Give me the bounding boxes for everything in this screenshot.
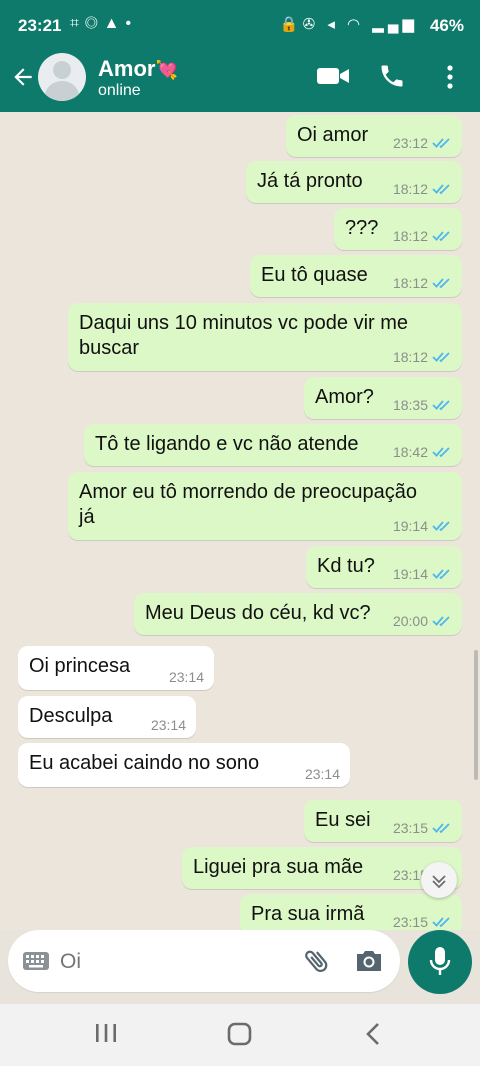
- home-icon[interactable]: [227, 1022, 253, 1051]
- read-ticks-icon: [432, 915, 452, 930]
- chat-area[interactable]: Oi amor 23:12 Já tá pronto 18:12 ??? 18:…: [0, 112, 480, 930]
- camera-icon[interactable]: [354, 948, 384, 979]
- message-text: Liguei pra sua mãe: [193, 856, 364, 878]
- message-time: 23:14: [168, 669, 204, 685]
- message-time: 20:00: [392, 612, 428, 629]
- message-text: Pra sua irmã: [251, 903, 365, 925]
- message-time: 19:14: [392, 517, 428, 534]
- message-bubble[interactable]: Tô te ligando e vc não atende 18:42: [84, 424, 462, 466]
- message-bubble[interactable]: Desculpa 23:14: [18, 696, 196, 738]
- status-bar: 23:21 ⌗◎▲• 🔒✇ ◂ ◠ ▂▄▆ 46%: [0, 0, 480, 52]
- message-bubble[interactable]: Eu sei 23:15: [304, 800, 462, 842]
- message-bubble[interactable]: Kd tu? 19:14: [306, 546, 462, 588]
- attach-paperclip-icon[interactable]: [302, 946, 332, 981]
- status-time: 23:21: [18, 16, 62, 35]
- message-time: 23:15: [392, 819, 428, 836]
- read-ticks-icon: [432, 276, 452, 292]
- voice-record-button[interactable]: [408, 930, 472, 994]
- message-text: Eu tô quase: [261, 264, 368, 286]
- message-time: 18:12: [392, 274, 428, 291]
- message-bubble[interactable]: Pra sua irmã 23:15: [240, 894, 462, 930]
- keyboard-icon[interactable]: [22, 951, 50, 976]
- connectivity-icons: 🔒✇ ◂ ◠ ▂▄▆: [279, 16, 418, 33]
- message-bubble[interactable]: ??? 18:12: [334, 208, 462, 250]
- message-text: Amor?: [315, 386, 374, 408]
- message-time: 18:12: [392, 180, 428, 197]
- message-text: Daqui uns 10 minutos vc pode vir me busc…: [79, 312, 409, 359]
- avatar[interactable]: [38, 53, 86, 101]
- contact-name-area[interactable]: Amor💘: [98, 56, 178, 82]
- message-time: 19:14: [392, 565, 428, 582]
- read-ticks-icon: [432, 136, 452, 152]
- read-ticks-icon: [432, 182, 452, 198]
- message-time: 23:14: [304, 766, 340, 782]
- scroll-to-bottom-button[interactable]: [421, 862, 457, 898]
- voice-call-icon[interactable]: [378, 62, 406, 95]
- message-time: 23:14: [150, 717, 186, 733]
- message-time: 18:12: [392, 348, 428, 365]
- message-text: ???: [345, 217, 379, 239]
- message-text: Oi amor: [297, 124, 369, 146]
- message-bubble[interactable]: Oi amor 23:12: [286, 115, 462, 157]
- message-text: Tô te ligando e vc não atende: [95, 433, 359, 455]
- contact-status: online: [98, 82, 141, 99]
- message-bubble[interactable]: Oi princesa 23:14: [18, 646, 214, 690]
- read-ticks-icon: [432, 821, 452, 837]
- message-text: Desculpa: [29, 705, 113, 727]
- read-ticks-icon: [432, 445, 452, 461]
- read-ticks-icon: [432, 614, 452, 630]
- message-bubble[interactable]: Eu acabei caindo no sono 23:14: [18, 743, 350, 787]
- message-bubble[interactable]: Já tá pronto 18:12: [246, 161, 462, 203]
- recent-apps-icon[interactable]: [94, 1022, 118, 1049]
- message-text: Eu acabei caindo no sono: [29, 752, 260, 774]
- read-ticks-icon: [432, 229, 452, 245]
- back-arrow-icon[interactable]: [10, 64, 36, 96]
- message-bubble[interactable]: Eu tô quase 18:12: [250, 255, 462, 297]
- heart-emoji-icon: 💘: [155, 60, 178, 80]
- battery-level: 46%: [429, 16, 464, 35]
- chat-scrollbar[interactable]: [474, 650, 478, 780]
- message-text: Meu Deus do céu, kd vc?: [145, 602, 371, 624]
- back-icon[interactable]: [364, 1022, 382, 1051]
- message-bubble[interactable]: Daqui uns 10 minutos vc pode vir me busc…: [68, 303, 462, 371]
- message-text: Oi princesa: [29, 655, 131, 677]
- video-call-icon[interactable]: [316, 64, 350, 93]
- message-time: 23:15: [392, 913, 428, 930]
- system-navigation-bar: [0, 1004, 480, 1066]
- read-ticks-icon: [432, 519, 452, 535]
- message-text: Já tá pronto: [257, 170, 363, 192]
- chat-header: Amor💘 online: [0, 52, 480, 112]
- message-time: 18:35: [392, 396, 428, 413]
- message-time: 23:12: [392, 134, 428, 151]
- chevron-down-icon: [430, 872, 448, 895]
- read-ticks-icon: [432, 567, 452, 583]
- notification-icons: ⌗◎▲•: [70, 15, 138, 32]
- message-text: Kd tu?: [317, 555, 375, 577]
- message-bubble[interactable]: Meu Deus do céu, kd vc? 20:00: [134, 593, 462, 635]
- message-bubble[interactable]: Amor eu tô morrendo de preocupação já 19…: [68, 472, 462, 540]
- more-options-icon[interactable]: [444, 64, 456, 95]
- message-composer: [8, 930, 400, 992]
- message-text: Eu sei: [315, 809, 371, 831]
- message-time: 18:42: [392, 443, 428, 460]
- contact-name: Amor: [98, 56, 156, 81]
- message-input[interactable]: [58, 944, 292, 980]
- message-bubble[interactable]: Amor? 18:35: [304, 377, 462, 419]
- message-text: Amor eu tô morrendo de preocupação já: [79, 481, 417, 528]
- message-bubble[interactable]: Liguei pra sua mãe 23:15: [182, 847, 462, 889]
- message-time: 18:12: [392, 227, 428, 244]
- read-ticks-icon: [432, 350, 452, 366]
- read-ticks-icon: [432, 398, 452, 414]
